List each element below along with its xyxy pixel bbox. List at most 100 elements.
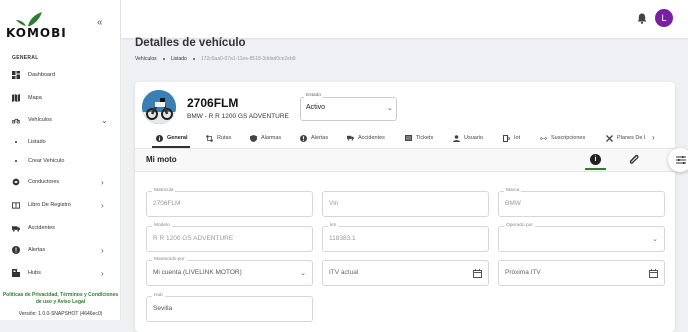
field-placeholder: Vin	[329, 200, 339, 207]
book-icon	[12, 201, 20, 209]
sidebar-section-title: GENERAL	[12, 55, 39, 61]
vehicle-avatar	[142, 90, 176, 124]
info-icon	[156, 134, 163, 142]
bell-icon[interactable]	[637, 13, 647, 24]
modelo-field[interactable]: Modelo R R 1200 GS ADVENTURE	[146, 223, 313, 252]
tab-label: Rutas	[217, 135, 232, 141]
tab-iot[interactable]: Iot	[503, 130, 520, 146]
tab-rutas[interactable]: Rutas	[206, 130, 231, 146]
km-field[interactable]: km 118383.1	[322, 223, 489, 252]
sidebar-item-label: Conductores	[28, 179, 60, 185]
chevron-right-icon: ›	[101, 245, 104, 255]
breadcrumb: Vehículos Listado 172c6aa0-07a1-11ee-851…	[135, 56, 296, 62]
bullet-icon	[15, 141, 17, 143]
itv-actual-field[interactable]: ITV actual	[322, 260, 489, 286]
sidebar-subitem-crear-vehiculo[interactable]: Crear Vehículo	[0, 154, 121, 168]
tab-usuario[interactable]: Usuario	[453, 130, 483, 146]
chevron-right-icon[interactable]: ›	[652, 133, 655, 142]
user-icon	[453, 134, 460, 142]
sidebar-item-hubs[interactable]: Hubs ›	[0, 264, 121, 282]
field-value: BMW	[505, 200, 521, 207]
tab-tickets[interactable]: Tickets	[405, 130, 433, 146]
sidebar-subitem-listado[interactable]: Listado	[0, 135, 121, 149]
field-value: Sevilla	[153, 305, 173, 312]
matricula-field[interactable]: Matricula 2706FLM	[146, 188, 313, 217]
sidebar-item-accidentes[interactable]: Accidentes	[0, 219, 121, 237]
drivers-icon	[12, 178, 20, 186]
tab-label: Alarmas	[261, 135, 282, 141]
breadcrumb-listado[interactable]: Listado	[171, 56, 187, 62]
page-title: Detalles de vehículo	[135, 37, 246, 49]
breadcrumb-vehicle-id: 172c6aa0-07a1-11ee-8518-3ddad0ce2eb9	[200, 56, 296, 62]
tab-accidentes[interactable]: Accidentes	[347, 130, 385, 146]
info-icon[interactable]: i	[590, 154, 601, 165]
bullet-icon	[15, 160, 17, 162]
tab-label: Tickets	[416, 135, 434, 141]
field-value: 118383.1	[329, 235, 356, 242]
sidebar: KOMOBI « GENERAL Dashboard Mapa Vehículo…	[0, 0, 121, 320]
calendar-icon[interactable]	[473, 269, 482, 280]
sidebar-item-conductores[interactable]: Conductores ›	[0, 173, 121, 191]
proxima-itv-field[interactable]: Próxima ITV	[498, 260, 665, 286]
sidebar-item-libro-de-registro[interactable]: Libro De Registro ›	[0, 196, 121, 214]
sidebar-item-dashboard[interactable]: Dashboard	[0, 66, 121, 84]
sidebar-item-vehiculos[interactable]: Vehículos ⌄	[0, 111, 121, 129]
chevron-down-icon: ⌄	[652, 236, 658, 243]
mantenido-por-select[interactable]: Mantenido por Mi cuenta (LIVELINK MOTOR)…	[146, 257, 313, 286]
subscription-icon	[540, 135, 547, 142]
breadcrumb-vehiculos[interactable]: Vehículos	[135, 56, 157, 62]
hub-select[interactable]: Hub Sevilla	[146, 293, 313, 322]
tab-label: Suscripciones	[551, 135, 586, 141]
tab-suscripciones[interactable]: Suscripciones	[540, 130, 585, 146]
tab-label: Usuario	[464, 135, 483, 141]
sidebar-item-label: Mapa	[28, 95, 42, 101]
chevron-right-icon: ›	[101, 177, 104, 187]
tab-planes[interactable]: Planes De I	[606, 130, 645, 146]
breadcrumb-separator	[192, 58, 195, 60]
privacy-link[interactable]: Políticas de Privacidad, Términos y Cond…	[0, 292, 121, 306]
calendar-icon[interactable]	[649, 269, 658, 280]
top-bar	[121, 0, 688, 38]
alert-icon	[12, 246, 20, 254]
alert-icon	[300, 134, 307, 142]
field-label: Mantenido por	[152, 257, 187, 262]
dashboard-icon	[12, 71, 20, 79]
field-label: Marca	[504, 188, 522, 193]
chevron-right-icon: ›	[101, 200, 104, 210]
filters-button[interactable]	[668, 148, 688, 172]
sidebar-item-mapa[interactable]: Mapa	[0, 89, 121, 107]
estado-value: Activo	[306, 104, 326, 111]
field-label: Matricula	[152, 188, 176, 193]
user-avatar[interactable]: L	[655, 9, 673, 27]
field-placeholder: ITV actual	[329, 269, 359, 276]
sidebar-item-label: Dashboard	[28, 72, 55, 78]
tab-label: Iot	[514, 135, 521, 141]
iot-icon	[503, 134, 510, 142]
marca-field[interactable]: Marca BMW	[498, 188, 665, 217]
tab-label: Alertas	[311, 135, 329, 141]
field-label: Operado por	[504, 223, 535, 228]
field-value: R R 1200 GS ADVENTURE	[153, 235, 234, 242]
map-icon	[12, 94, 20, 102]
shield-icon	[250, 134, 257, 142]
sliders-icon	[676, 156, 686, 164]
sidebar-item-label: Alertas	[28, 247, 46, 253]
operado-por-select[interactable]: Operado por ⌄	[498, 223, 665, 252]
sidebar-item-label: Accidentes	[28, 225, 55, 231]
chevron-right-icon: ›	[101, 268, 104, 278]
hub-icon	[12, 269, 20, 277]
paperclip-icon[interactable]	[628, 154, 640, 166]
collapse-sidebar-icon[interactable]: «	[97, 17, 103, 28]
tab-general[interactable]: General	[156, 130, 187, 146]
tab-alarmas[interactable]: Alarmas	[250, 130, 281, 146]
sidebar-item-label: Hubs	[28, 270, 41, 276]
vin-field[interactable]: Vin	[322, 191, 489, 217]
tab-label: Accidentes	[358, 135, 385, 141]
routes-icon	[206, 134, 213, 142]
motorcycle-icon	[12, 116, 20, 124]
tab-alertas[interactable]: Alertas	[300, 130, 328, 146]
accident-icon	[347, 135, 354, 142]
sidebar-item-alertas[interactable]: Alertas ›	[0, 241, 121, 259]
vehicle-model: BMW - R R 1200 GS ADVENTURE	[187, 113, 289, 120]
active-subtab-indicator	[585, 168, 606, 170]
